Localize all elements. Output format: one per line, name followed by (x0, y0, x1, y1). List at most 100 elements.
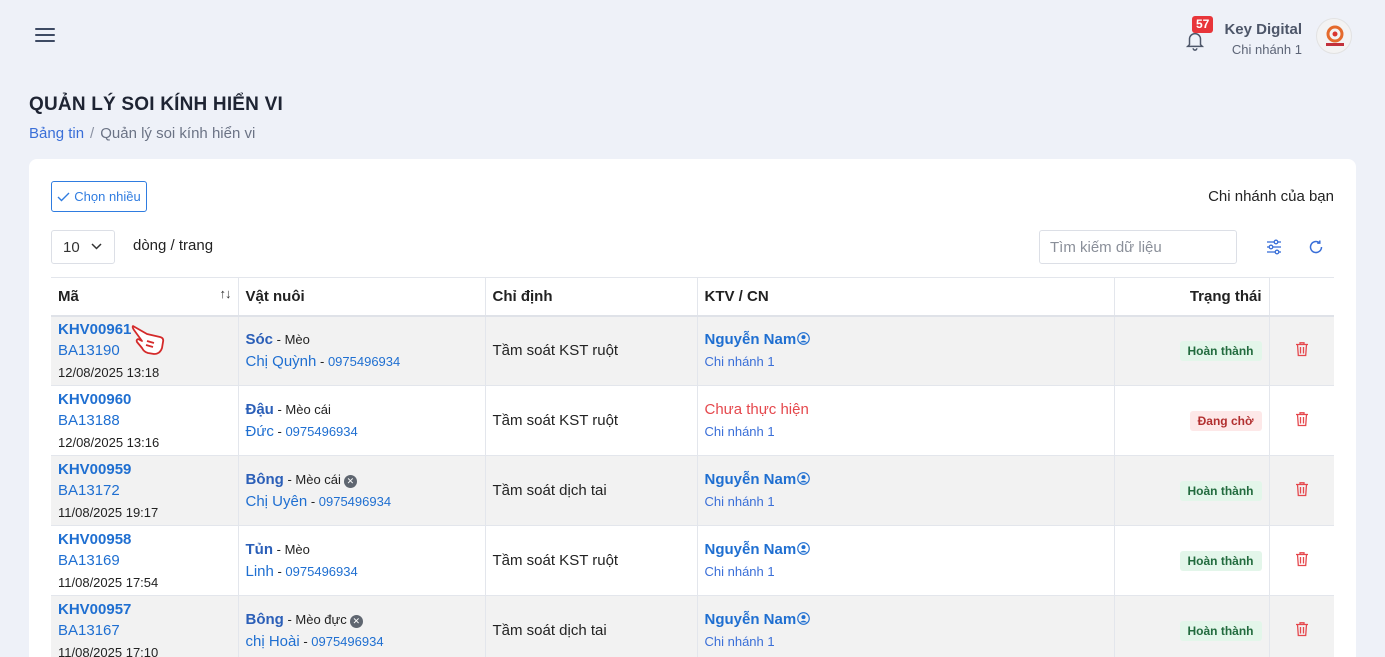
user-icon (797, 331, 811, 345)
table-row[interactable]: KHV00957 BA13167 11/08/2025 17:10 Bông - Mè… (51, 595, 1334, 657)
owner-name-link[interactable]: Đức (246, 423, 274, 440)
record-datetime: 11/08/2025 19:17 (58, 504, 159, 520)
cell-status: Hoàn thành (1114, 455, 1270, 526)
refresh-icon[interactable] (1307, 238, 1325, 256)
cell-pet: Sóc - Mèo Chị Quỳnh - 0975496934 (238, 315, 486, 386)
table-header-row: Mã ↑↓ Vật nuôi Chỉ định KTV / CN Trạng th… (51, 277, 1334, 317)
top-bar: 57 Key Digital Chi nhánh 1 (0, 0, 1385, 74)
pet-name-link[interactable]: Bông (246, 611, 284, 628)
status-badge: Hoàn thành (1179, 620, 1262, 641)
record-code-link[interactable]: KHV00958 (58, 529, 231, 550)
col-header-code[interactable]: Mã ↑↓ (51, 277, 239, 317)
medical-record-link[interactable]: BA13188 (58, 410, 231, 432)
medical-record-link[interactable]: BA13172 (58, 480, 231, 502)
pet-type: Mèo cái (295, 471, 341, 487)
cell-code: KHV00958 BA13169 11/08/2025 17:54 (51, 525, 239, 596)
breadcrumb: Bảng tin / Quản lý soi kính hiển vi (29, 125, 255, 142)
owner-name-link[interactable]: Chị Quỳnh (246, 353, 317, 370)
owner-separator: - (273, 563, 286, 579)
cell-pet: Tủn - Mèo Linh - 0975496934 (238, 525, 486, 596)
owner-phone[interactable]: 0975496934 (285, 564, 357, 579)
pet-separator: - (283, 611, 296, 627)
pet-separator: - (273, 541, 285, 557)
owner-phone[interactable]: 0975496934 (319, 494, 391, 509)
records-table: Mã ↑↓ Vật nuôi Chỉ định KTV / CN Trạng th… (51, 277, 1334, 657)
trash-icon[interactable] (1295, 341, 1309, 357)
table-row[interactable]: KHV00958 BA13169 11/08/2025 17:54 Tủn - Mèo… (51, 525, 1334, 596)
select-multiple-button[interactable]: Chọn nhiều (51, 181, 147, 212)
record-datetime: 12/08/2025 13:18 (58, 364, 160, 380)
trash-icon[interactable] (1295, 411, 1309, 427)
technician-name-label: Nguyễn Nam (704, 470, 797, 488)
owner-separator: - (299, 633, 312, 649)
owner-separator: - (316, 353, 328, 369)
col-header-indication: Chỉ định (485, 277, 698, 317)
cell-technician: Nguyễn Nam Chi nhánh 1 (697, 595, 1115, 657)
pet-separator: - (283, 471, 296, 487)
medical-record-link[interactable]: BA13190 (58, 340, 231, 362)
user-name[interactable]: Key Digital (1224, 21, 1302, 38)
chevron-down-icon (91, 243, 102, 250)
technician-name[interactable]: Nguyễn Nam (705, 609, 1107, 631)
trash-icon[interactable] (1295, 551, 1309, 567)
medical-record-link[interactable]: BA13169 (58, 550, 231, 572)
trash-icon[interactable] (1295, 481, 1309, 497)
pet-name-link[interactable]: Sóc (246, 331, 274, 348)
owner-name-link[interactable]: chị Hoài (246, 633, 300, 650)
medical-record-link[interactable]: BA13167 (58, 620, 231, 642)
sort-icon[interactable]: ↑↓ (220, 286, 232, 301)
page-size-value: 10 (63, 238, 80, 256)
technician-name[interactable]: Nguyễn Nam (705, 469, 1107, 491)
record-code-link[interactable]: KHV00957 (58, 599, 231, 620)
pet-separator: - (273, 401, 286, 417)
owner-phone[interactable]: 0975496934 (328, 354, 400, 369)
technician-name[interactable]: Nguyễn Nam (705, 539, 1107, 561)
technician-branch: Chi nhánh 1 (704, 423, 775, 439)
record-code-link[interactable]: KHV00959 (58, 459, 231, 480)
cell-code: KHV00961 BA13190 12/08/2025 13:18 (51, 315, 239, 386)
status-badge: Hoàn thành (1179, 340, 1262, 361)
owner-name-link[interactable]: Chị Uyên (246, 493, 308, 510)
trash-icon[interactable] (1295, 621, 1309, 637)
avatar[interactable] (1316, 18, 1352, 54)
technician-name[interactable]: Nguyễn Nam (705, 329, 1107, 351)
record-datetime: 12/08/2025 13:16 (58, 434, 160, 450)
record-datetime: 11/08/2025 17:10 (58, 644, 159, 657)
cell-status: Hoàn thành (1114, 595, 1270, 657)
user-branch: Chi nhánh 1 (1231, 42, 1302, 57)
cell-actions (1269, 385, 1334, 456)
branch-selector[interactable]: Chi nhánh của bạn (1208, 188, 1334, 205)
content-card: Chọn nhiều Chi nhánh của bạn 10 dòng / t… (29, 159, 1356, 657)
col-header-technician: KTV / CN (697, 277, 1115, 317)
col-header-actions (1269, 277, 1334, 317)
technician-name-label: Nguyễn Nam (704, 540, 797, 558)
search-input[interactable] (1039, 230, 1237, 264)
menu-icon[interactable] (35, 28, 55, 45)
breadcrumb-home-link[interactable]: Bảng tin (29, 125, 84, 142)
x-circle-icon: ✕ (349, 614, 363, 628)
owner-phone[interactable]: 0975496934 (285, 424, 357, 439)
cell-actions (1269, 595, 1334, 657)
record-code-link[interactable]: KHV00960 (58, 389, 231, 410)
breadcrumb-separator: / (90, 125, 95, 142)
pet-name-link[interactable]: Bông (246, 471, 284, 488)
owner-phone[interactable]: 0975496934 (311, 634, 383, 649)
pet-type: Mèo (284, 331, 310, 347)
technician-name-label: Chưa thực hiện (704, 400, 809, 418)
filter-icon[interactable] (1265, 238, 1283, 256)
technician-branch: Chi nhánh 1 (704, 493, 775, 509)
page-size-select[interactable]: 10 (51, 230, 115, 264)
table-row[interactable]: KHV00960 BA13188 12/08/2025 13:16 Đậu - Mèo… (51, 385, 1334, 456)
cell-status: Hoàn thành (1114, 315, 1270, 386)
col-header-code-label: Mã (58, 287, 79, 305)
table-row[interactable]: KHV00959 BA13172 11/08/2025 19:17 Bông - Mè… (51, 455, 1334, 526)
col-header-pet: Vật nuôi (238, 277, 486, 317)
check-icon (57, 192, 70, 201)
owner-name-link[interactable]: Linh (246, 563, 274, 580)
pet-name-link[interactable]: Đậu (246, 401, 274, 418)
x-circle-icon: ✕ (343, 474, 357, 488)
table-row[interactable]: KHV00961 BA13190 12/08/2025 13:18 Sóc - Mèo… (51, 315, 1334, 386)
pet-name-link[interactable]: Tủn (246, 541, 274, 558)
record-code-link[interactable]: KHV00961 (58, 319, 231, 340)
cell-status: Hoàn thành (1114, 525, 1270, 596)
